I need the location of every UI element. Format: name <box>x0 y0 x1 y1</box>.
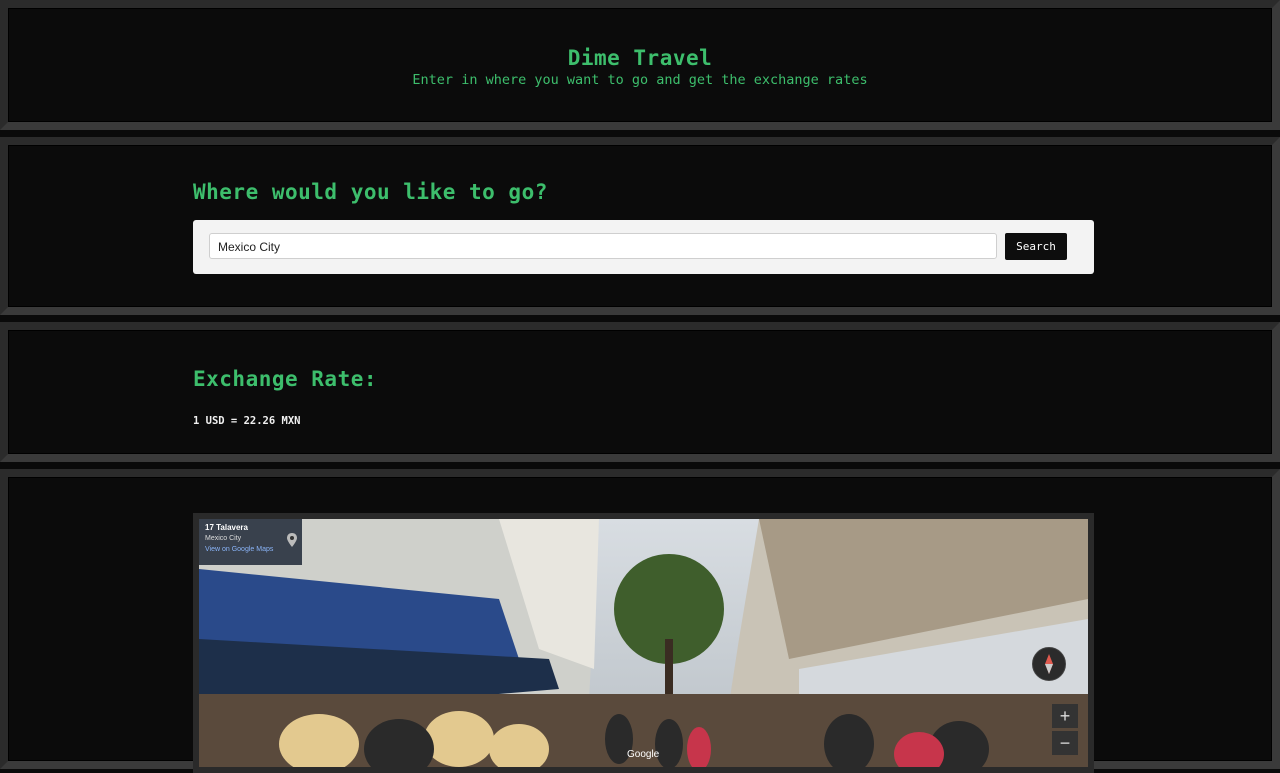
exchange-rate-value: 1 USD = 22.26 MXN <box>193 415 301 427</box>
search-panel: Where would you like to go? Mexico City … <box>0 137 1280 315</box>
place-city: Mexico City <box>205 535 242 542</box>
place-name: 17 Talavera <box>205 523 248 532</box>
street-view-embed[interactable]: 17 Talavera Mexico City View on Google M… <box>193 513 1094 773</box>
search-form: Mexico City Search <box>193 220 1094 274</box>
compass-icon[interactable] <box>1032 647 1066 681</box>
map-panel: 17 Talavera Mexico City View on Google M… <box>0 469 1280 773</box>
exchange-panel: Exchange Rate: 1 USD = 22.26 MXN <box>0 322 1280 462</box>
page-title: Dime Travel <box>567 46 713 70</box>
search-button[interactable]: Search <box>1005 233 1067 260</box>
exchange-heading: Exchange Rate: <box>193 367 378 391</box>
header-panel: Dime Travel Enter in where you want to g… <box>0 0 1280 130</box>
destination-input[interactable]: Mexico City <box>209 233 997 259</box>
street-view-image[interactable] <box>199 519 1088 769</box>
map-pin-icon <box>287 533 297 547</box>
page-subtitle: Enter in where you want to go and get th… <box>412 72 868 88</box>
view-on-google-maps-link[interactable]: View on Google Maps <box>205 546 273 553</box>
google-attribution: Google <box>627 749 660 760</box>
location-card: 17 Talavera Mexico City View on Google M… <box>199 519 302 565</box>
zoom-out-button[interactable]: − <box>1052 731 1078 755</box>
search-heading: Where would you like to go? <box>193 180 548 204</box>
zoom-in-button[interactable]: + <box>1052 704 1078 728</box>
